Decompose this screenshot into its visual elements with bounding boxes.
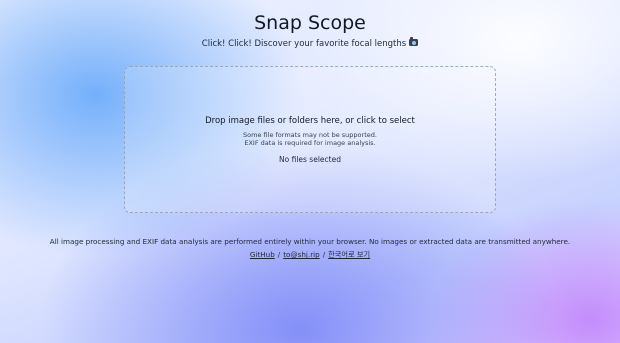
github-link[interactable]: GitHub bbox=[250, 250, 275, 259]
email-link[interactable]: to@shj.rip bbox=[283, 250, 320, 259]
dropzone-note-exif: EXIF data is required for image analysis… bbox=[244, 139, 376, 147]
subtitle-text: Click! Click! Discover your favorite foc… bbox=[201, 39, 407, 49]
footer-links: GitHub / to@shj.rip / 한국어로 보기 bbox=[0, 250, 620, 260]
korean-language-link[interactable]: 한국어로 보기 bbox=[328, 250, 370, 259]
dropzone-label: Drop image files or folders here, or cli… bbox=[205, 116, 415, 126]
link-separator: / bbox=[277, 250, 281, 259]
dropzone-note-formats: Some file formats may not be supported. bbox=[243, 131, 377, 139]
file-selection-status: No files selected bbox=[279, 155, 341, 164]
page-subtitle: Click! Click! Discover your favorite foc… bbox=[0, 37, 620, 49]
privacy-notice: All image processing and EXIF data analy… bbox=[49, 237, 571, 246]
file-dropzone[interactable]: Drop image files or folders here, or cli… bbox=[124, 66, 496, 213]
page-title: Snap Scope bbox=[254, 12, 366, 34]
link-separator: / bbox=[322, 250, 326, 259]
camera-icon bbox=[409, 37, 419, 46]
